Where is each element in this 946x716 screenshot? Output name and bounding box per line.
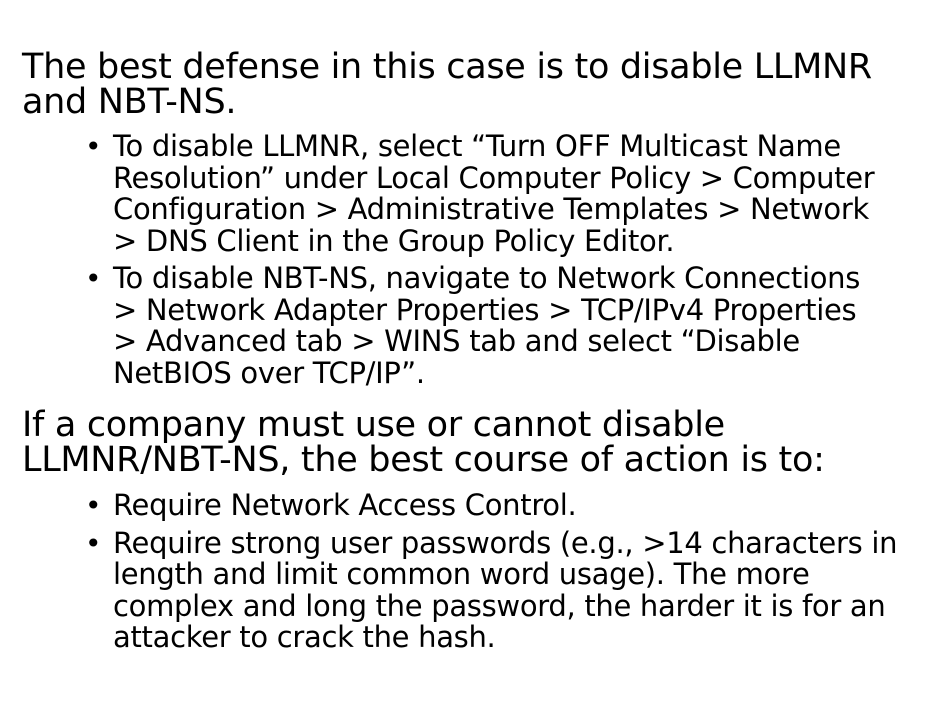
bullet-icon: • xyxy=(85,489,102,522)
slide: The best defense in this case is to disa… xyxy=(0,0,946,716)
section-1-bullet-list: • To disable LLMNR, select “Turn OFF Mul… xyxy=(80,129,940,395)
bullet-line: length and limit common word usage). The… xyxy=(113,557,810,591)
bullet-line: > Advanced tab > WINS tab and select “Di… xyxy=(113,324,800,358)
bullet-line: Require strong user passwords (e.g., >14… xyxy=(113,525,898,560)
bullet-line: > DNS Client in the Group Policy Editor. xyxy=(113,223,675,258)
bullet-line: attacker to crack the hash. xyxy=(113,620,496,654)
bullet-text: Require strong user passwords (e.g., >14… xyxy=(113,525,940,654)
bullet-text: To disable LLMNR, select “Turn OFF Multi… xyxy=(113,129,940,258)
section-1-heading-line-2: and NBT-NS. xyxy=(22,82,237,122)
section-2-bullet-list: • Require Network Access Control. • Requ… xyxy=(80,488,940,660)
section-1-bullet-1: • To disable LLMNR, select “Turn OFF Mul… xyxy=(80,129,940,258)
section-1-bullet-2: • To disable NBT-NS, navigate to Network… xyxy=(80,261,940,390)
section-1-heading: The best defense in this case is to disa… xyxy=(22,50,872,120)
bullet-icon: • xyxy=(85,262,102,295)
bullet-text: Require Network Access Control. xyxy=(113,488,940,522)
section-2-heading: If a company must use or cannot disable … xyxy=(22,408,825,478)
bullet-line: Configuration > Administrative Templates… xyxy=(113,192,869,226)
section-2-heading-line-2: LLMNR/NBT-NS, the best course of action … xyxy=(22,440,825,480)
bullet-line: > Network Adapter Properties > TCP/IPv4 … xyxy=(113,292,857,327)
section-1-heading-line-1: The best defense in this case is to disa… xyxy=(22,47,872,87)
section-2-heading-line-1: If a company must use or cannot disable xyxy=(22,405,725,445)
bullet-line: Resolution” under Local Computer Policy … xyxy=(113,160,875,195)
bullet-icon: • xyxy=(85,130,102,163)
bullet-line: complex and long the password, the harde… xyxy=(113,588,886,623)
bullet-line: Require Network Access Control. xyxy=(113,488,577,522)
bullet-line: To disable NBT-NS, navigate to Network C… xyxy=(113,261,861,295)
bullet-line: To disable LLMNR, select “Turn OFF Multi… xyxy=(113,129,841,163)
bullet-line: NetBIOS over TCP/IP”. xyxy=(113,355,425,390)
bullet-icon: • xyxy=(85,526,102,560)
section-2-bullet-1: • Require Network Access Control. xyxy=(80,488,940,522)
bullet-text: To disable NBT-NS, navigate to Network C… xyxy=(113,261,940,390)
section-2-bullet-2: • Require strong user passwords (e.g., >… xyxy=(80,525,940,654)
